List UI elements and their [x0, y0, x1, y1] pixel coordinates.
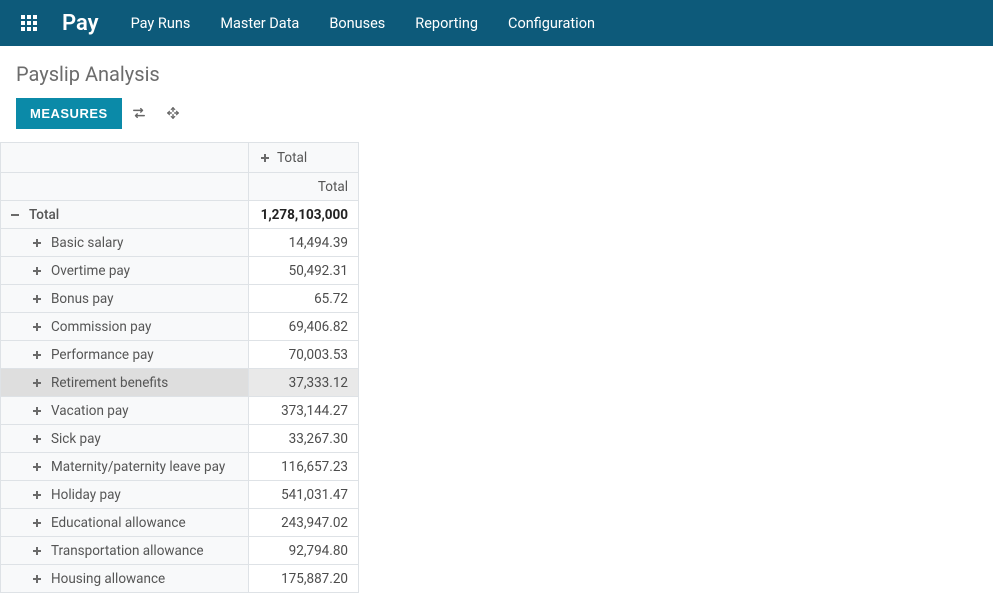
row-header[interactable]: Educational allowance [1, 509, 249, 537]
total-row-header[interactable]: Total [1, 201, 249, 229]
minus-icon [9, 209, 21, 221]
table-row: Educational allowance 243,947.02 [1, 509, 359, 537]
row-label: Holiday pay [51, 487, 121, 503]
row-value: 541,031.47 [249, 481, 359, 509]
total-row-value: 1,278,103,000 [249, 201, 359, 229]
measures-button[interactable]: MEASURES [16, 98, 122, 129]
row-header[interactable]: Maternity/paternity leave pay [1, 453, 249, 481]
plus-icon [31, 237, 43, 249]
plus-icon [31, 461, 43, 473]
plus-icon [259, 152, 271, 164]
row-header[interactable]: Housing allowance [1, 565, 249, 593]
row-value: 243,947.02 [249, 509, 359, 537]
table-row: Overtime pay 50,492.31 [1, 257, 359, 285]
table-row: Housing allowance 175,887.20 [1, 565, 359, 593]
plus-icon [31, 573, 43, 585]
flip-axis-button[interactable] [122, 96, 156, 130]
plus-icon [31, 545, 43, 557]
row-header[interactable]: Commission pay [1, 313, 249, 341]
plus-icon [31, 405, 43, 417]
row-label: Bonus pay [51, 291, 114, 307]
nav-configuration[interactable]: Configuration [508, 15, 595, 32]
total-row-label: Total [29, 207, 59, 223]
row-header[interactable]: Holiday pay [1, 481, 249, 509]
row-label: Performance pay [51, 347, 154, 363]
row-value: 175,887.20 [249, 565, 359, 593]
expand-all-button[interactable] [156, 96, 190, 130]
pivot-corner [1, 143, 249, 173]
row-value: 69,406.82 [249, 313, 359, 341]
row-label: Overtime pay [51, 263, 130, 279]
row-label: Housing allowance [51, 571, 165, 587]
row-label: Commission pay [51, 319, 151, 335]
nav-pay-runs[interactable]: Pay Runs [131, 15, 191, 32]
row-header[interactable]: Sick pay [1, 425, 249, 453]
table-row: Basic salary 14,494.39 [1, 229, 359, 257]
row-value: 116,657.23 [249, 453, 359, 481]
sub-header-total[interactable]: Total [249, 173, 359, 201]
row-header[interactable]: Overtime pay [1, 257, 249, 285]
row-label: Sick pay [51, 431, 101, 447]
nav-reporting[interactable]: Reporting [415, 15, 478, 32]
plus-icon [31, 517, 43, 529]
row-header[interactable]: Transportation allowance [1, 537, 249, 565]
table-row: Transportation allowance 92,794.80 [1, 537, 359, 565]
table-row: Sick pay 33,267.30 [1, 425, 359, 453]
expand-icon [166, 106, 180, 120]
row-label: Basic salary [51, 235, 123, 251]
row-value: 37,333.12 [249, 369, 359, 397]
row-value: 70,003.53 [249, 341, 359, 369]
table-row: Retirement benefits 37,333.12 [1, 369, 359, 397]
brand-label[interactable]: Pay [62, 11, 99, 36]
column-header-total[interactable]: Total [249, 143, 359, 173]
plus-icon [31, 265, 43, 277]
plus-icon [31, 293, 43, 305]
column-header-label: Total [277, 150, 307, 166]
row-header[interactable]: Vacation pay [1, 397, 249, 425]
nav-bonuses[interactable]: Bonuses [329, 15, 385, 32]
plus-icon [31, 489, 43, 501]
plus-icon [31, 321, 43, 333]
row-label: Vacation pay [51, 403, 128, 419]
row-value: 373,144.27 [249, 397, 359, 425]
row-value: 92,794.80 [249, 537, 359, 565]
controls-bar: MEASURES [0, 96, 993, 142]
row-value: 14,494.39 [249, 229, 359, 257]
row-header[interactable]: Bonus pay [1, 285, 249, 313]
apps-icon[interactable] [14, 8, 44, 38]
row-value: 50,492.31 [249, 257, 359, 285]
table-row: Performance pay 70,003.53 [1, 341, 359, 369]
top-nav: Pay Pay Runs Master Data Bonuses Reporti… [0, 0, 993, 46]
pivot-corner-2 [1, 173, 249, 201]
table-row: Bonus pay 65.72 [1, 285, 359, 313]
grid-icon [21, 15, 37, 31]
row-header[interactable]: Basic salary [1, 229, 249, 257]
table-row: Maternity/paternity leave pay 116,657.23 [1, 453, 359, 481]
table-row: Commission pay 69,406.82 [1, 313, 359, 341]
page-title: Payslip Analysis [0, 46, 993, 96]
swap-icon [132, 106, 146, 120]
row-value: 65.72 [249, 285, 359, 313]
row-label: Educational allowance [51, 515, 186, 531]
row-label: Maternity/paternity leave pay [51, 459, 225, 475]
pivot-table: Total Total Total 1,278,103,000 Basic sa… [0, 142, 359, 593]
table-row: Holiday pay 541,031.47 [1, 481, 359, 509]
total-row: Total 1,278,103,000 [1, 201, 359, 229]
row-value: 33,267.30 [249, 425, 359, 453]
row-label: Transportation allowance [51, 543, 204, 559]
plus-icon [31, 433, 43, 445]
row-header[interactable]: Performance pay [1, 341, 249, 369]
row-header[interactable]: Retirement benefits [1, 369, 249, 397]
nav-master-data[interactable]: Master Data [220, 15, 299, 32]
row-label: Retirement benefits [51, 375, 168, 391]
table-row: Vacation pay 373,144.27 [1, 397, 359, 425]
plus-icon [31, 349, 43, 361]
plus-icon [31, 377, 43, 389]
